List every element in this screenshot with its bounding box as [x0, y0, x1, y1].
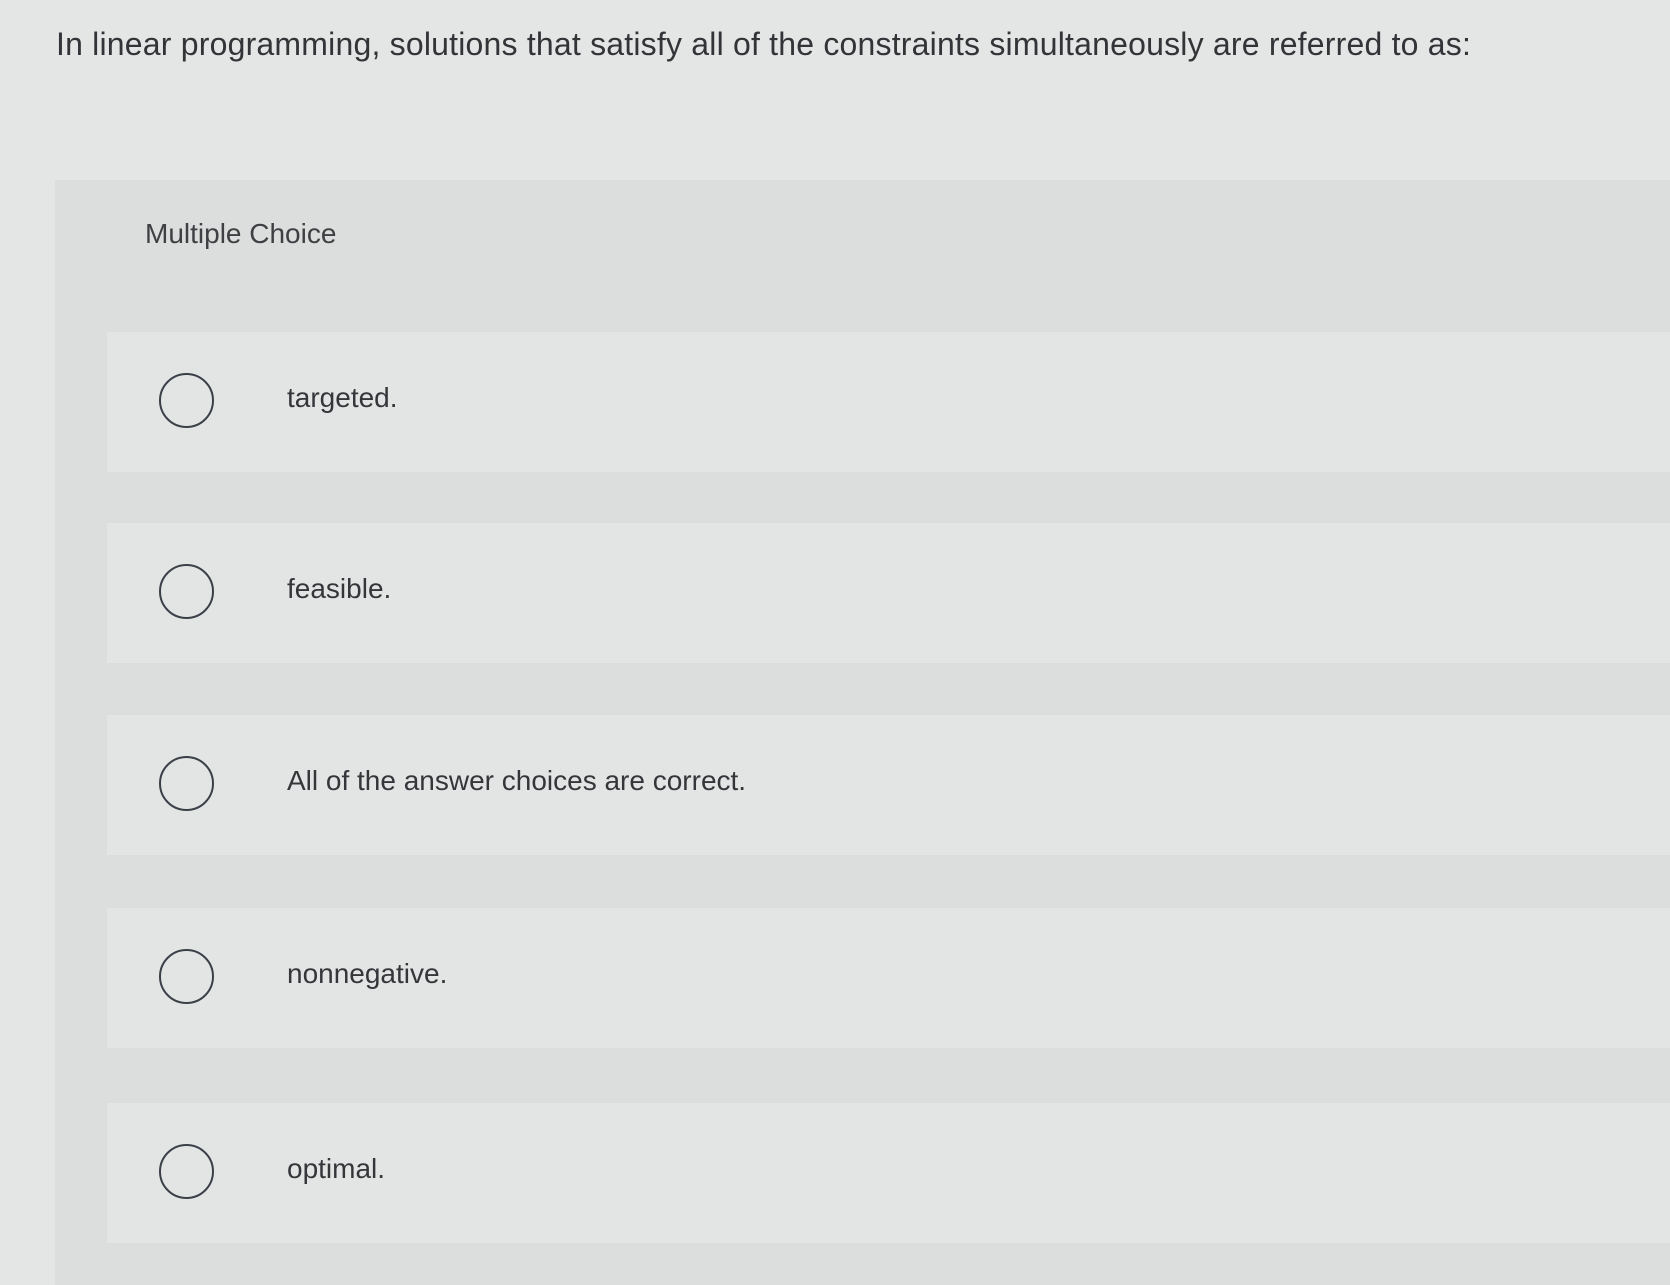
- radio-button-icon[interactable]: [159, 949, 214, 1004]
- answer-option-label: feasible.: [287, 573, 392, 604]
- answer-option-label: nonnegative.: [287, 958, 448, 989]
- answer-option-nonnegative[interactable]: nonnegative.: [107, 908, 1670, 1048]
- answer-option-label: targeted.: [287, 382, 398, 413]
- multiple-choice-header: Multiple Choice: [55, 180, 1670, 284]
- answer-option-optimal[interactable]: optimal.: [107, 1103, 1670, 1243]
- multiple-choice-label: Multiple Choice: [145, 218, 337, 249]
- answer-option-label: All of the answer choices are correct.: [287, 765, 747, 796]
- radio-button-icon[interactable]: [159, 373, 214, 428]
- answer-option-all-correct[interactable]: All of the answer choices are correct.: [107, 715, 1670, 855]
- answer-option-label: optimal.: [287, 1153, 386, 1184]
- question-text: In linear programming, solutions that sa…: [56, 26, 1472, 62]
- answer-option-targeted[interactable]: targeted.: [107, 332, 1670, 472]
- multiple-choice-panel: Multiple Choice targeted. feasible. All …: [55, 180, 1670, 1285]
- radio-button-icon[interactable]: [159, 1144, 214, 1199]
- answer-option-feasible[interactable]: feasible.: [107, 523, 1670, 663]
- radio-button-icon[interactable]: [159, 756, 214, 811]
- radio-button-icon[interactable]: [159, 564, 214, 619]
